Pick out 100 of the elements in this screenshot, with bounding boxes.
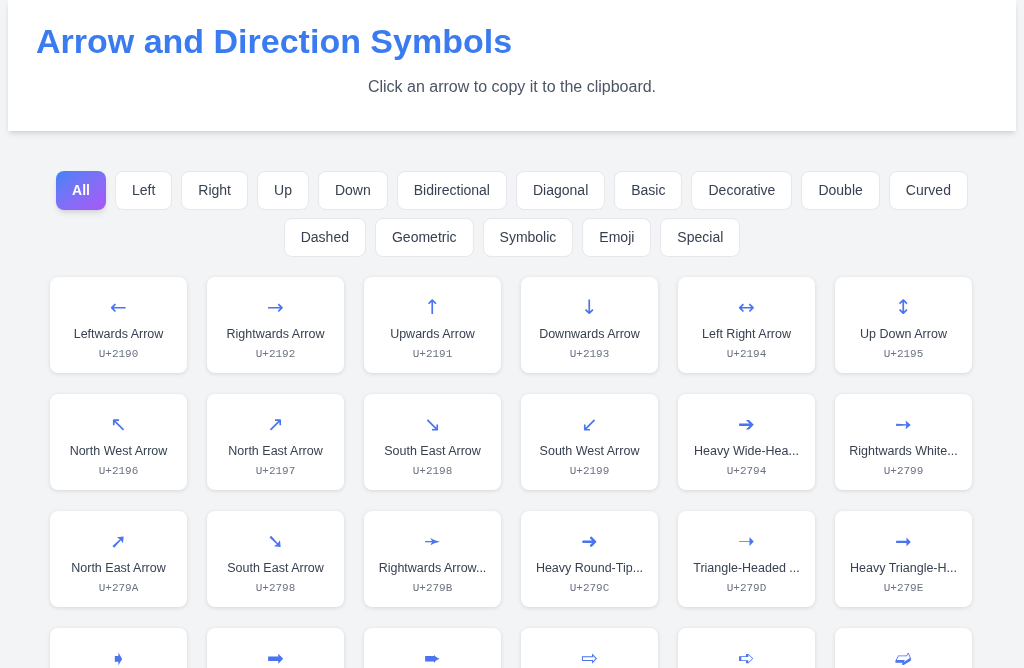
arrow-symbol: ⇨ — [581, 644, 598, 668]
symbol-name: North East Arrow — [71, 559, 166, 577]
filter-button[interactable]: Right — [181, 170, 248, 210]
symbol-card[interactable]: → Rightwards Arrow U+2192 — [207, 276, 344, 373]
arrow-symbol: ➧ — [110, 644, 127, 668]
symbol-card[interactable]: ↓ Downwards Arrow U+2193 — [521, 276, 658, 373]
arrow-symbol: ➡ — [267, 644, 284, 668]
symbol-card[interactable]: ➛ Rightwards Arrow... U+279B — [364, 510, 501, 607]
subtitle: Click an arrow to copy it to the clipboard. — [367, 76, 657, 97]
symbol-card[interactable]: ⇨ — [521, 627, 658, 668]
symbol-card[interactable]: ➚ North East Arrow U+279A — [50, 510, 187, 607]
unicode-code: U+279C — [569, 581, 610, 597]
symbol-card[interactable]: ➧ — [50, 627, 187, 668]
symbol-card[interactable]: ➝ Triangle-Headed ... U+279D — [678, 510, 815, 607]
filter-button[interactable]: Diagonal — [516, 170, 606, 210]
unicode-code: U+2191 — [412, 347, 453, 363]
symbol-name: Heavy Triangle-H... — [850, 559, 957, 577]
symbol-card[interactable]: ↙ South West Arrow U+2199 — [521, 393, 658, 490]
symbol-name: Heavy Wide-Hea... — [694, 442, 799, 460]
filter-button[interactable]: Decorative — [691, 170, 793, 210]
arrow-symbol: → — [267, 293, 284, 321]
symbol-card[interactable]: ↘ South East Arrow U+2198 — [364, 393, 501, 490]
symbol-name: Left Right Arrow — [702, 325, 791, 343]
symbol-card[interactable]: ← Leftwards Arrow U+2190 — [50, 276, 187, 373]
symbol-card[interactable]: ↔ Left Right Arrow U+2194 — [678, 276, 815, 373]
unicode-code: U+2199 — [569, 464, 610, 480]
symbol-name: Triangle-Headed ... — [693, 559, 800, 577]
unicode-code: U+2193 — [569, 347, 610, 363]
symbol-name: Heavy Round-Tip... — [535, 559, 644, 577]
filter-button[interactable]: Double — [801, 170, 880, 210]
symbol-card[interactable]: ➪ — [678, 627, 815, 668]
arrow-symbol: ↗ — [267, 410, 284, 438]
unicode-code: U+2197 — [255, 464, 296, 480]
arrow-symbol: ↔ — [738, 293, 755, 321]
symbol-card[interactable]: ➙ Rightwards White... U+2799 — [835, 393, 972, 490]
symbol-card[interactable]: ↖ North West Arrow U+2196 — [50, 393, 187, 490]
arrow-symbol: ➘ — [267, 527, 284, 555]
symbol-name: Rightwards Arrow... — [378, 559, 487, 577]
symbol-name: North West Arrow — [69, 442, 168, 460]
symbol-card[interactable]: ➔ Heavy Wide-Hea... U+2794 — [678, 393, 815, 490]
filter-button[interactable]: Left — [114, 170, 173, 210]
filter-button[interactable]: Symbolic — [482, 217, 574, 257]
symbol-card[interactable]: ↑ Upwards Arrow U+2191 — [364, 276, 501, 373]
arrow-symbol: ➔ — [738, 410, 755, 438]
filter-button[interactable]: Emoji — [582, 217, 652, 257]
symbol-card[interactable]: ➫ — [835, 627, 972, 668]
symbol-card[interactable]: ➜ Heavy Round-Tip... U+279C — [521, 510, 658, 607]
unicode-code: U+2195 — [883, 347, 924, 363]
symbol-card[interactable]: ↕ Up Down Arrow U+2195 — [835, 276, 972, 373]
filter-button[interactable]: Dashed — [283, 217, 366, 257]
arrow-symbol: ➝ — [738, 527, 755, 555]
arrow-symbol: ➚ — [110, 527, 127, 555]
filter-button[interactable]: Geometric — [374, 217, 474, 257]
unicode-code: U+279B — [412, 581, 453, 597]
page-title: Arrow and Direction Symbols — [36, 21, 513, 62]
arrow-symbol: ↘ — [424, 410, 441, 438]
unicode-code: U+2799 — [883, 464, 924, 480]
symbol-card[interactable]: ➘ South East Arrow U+2798 — [207, 510, 344, 607]
filter-button[interactable]: Bidirectional — [396, 170, 507, 210]
symbol-name: South East Arrow — [227, 559, 324, 577]
arrow-symbol: ↖ — [110, 410, 127, 438]
arrow-symbol: ➙ — [895, 410, 912, 438]
arrow-symbol: ↑ — [424, 293, 441, 321]
filter-button[interactable]: Basic — [614, 170, 683, 210]
unicode-code: U+2794 — [726, 464, 767, 480]
arrow-symbol: ➫ — [895, 644, 912, 668]
symbol-name: Upwards Arrow — [390, 325, 475, 343]
symbol-name: North East Arrow — [228, 442, 323, 460]
filter-button[interactable]: Special — [660, 217, 741, 257]
unicode-code: U+2196 — [98, 464, 139, 480]
symbol-card[interactable]: ➨ — [364, 627, 501, 668]
unicode-code: U+2194 — [726, 347, 767, 363]
filter-button[interactable]: Down — [317, 170, 388, 210]
arrow-symbol: ← — [110, 293, 127, 321]
unicode-code: U+279A — [98, 581, 139, 597]
filter-button[interactable]: Up — [257, 170, 309, 210]
arrow-symbol: ↕ — [895, 293, 912, 321]
symbol-card[interactable]: ↗ North East Arrow U+2197 — [207, 393, 344, 490]
symbol-name: Rightwards Arrow — [226, 325, 325, 343]
arrow-symbol: ➜ — [581, 527, 598, 555]
symbol-name: Leftwards Arrow — [73, 325, 164, 343]
arrow-symbol: ➞ — [895, 527, 912, 555]
arrow-symbol: ➛ — [424, 527, 441, 555]
symbol-card[interactable]: ➞ Heavy Triangle-H... U+279E — [835, 510, 972, 607]
symbol-name: South East Arrow — [384, 442, 481, 460]
symbol-card[interactable]: ➡ — [207, 627, 344, 668]
filter-button[interactable]: Curved — [888, 170, 968, 210]
arrow-symbol: ➪ — [738, 644, 755, 668]
unicode-code: U+279E — [883, 581, 924, 597]
arrow-symbol: ↓ — [581, 293, 598, 321]
unicode-code: U+2198 — [412, 464, 453, 480]
symbol-name: Up Down Arrow — [860, 325, 947, 343]
arrow-symbol: ↙ — [581, 410, 598, 438]
unicode-code: U+279D — [726, 581, 767, 597]
arrow-symbol: ➨ — [424, 644, 441, 668]
unicode-code: U+2190 — [98, 347, 139, 363]
unicode-code: U+2798 — [255, 581, 296, 597]
filter-button[interactable]: All — [56, 170, 106, 210]
symbol-name: Downwards Arrow — [539, 325, 640, 343]
symbol-name: South West Arrow — [539, 442, 640, 460]
